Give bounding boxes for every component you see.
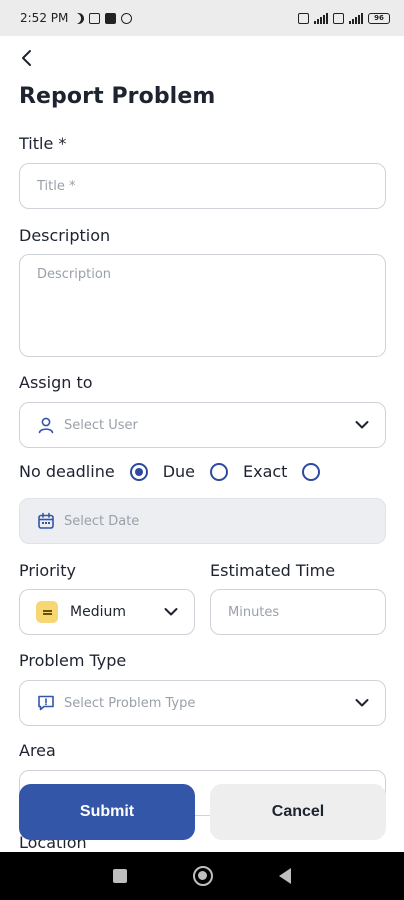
assign-user-select[interactable]: Select User [19, 402, 386, 448]
priority-value: Medium [70, 604, 126, 620]
battery-icon: 96 [368, 12, 390, 24]
back-button[interactable] [16, 46, 38, 70]
radio-no-deadline[interactable] [129, 462, 148, 481]
arrow-left-icon [22, 50, 31, 66]
radio-due[interactable] [210, 462, 228, 481]
system-nav-bar [0, 852, 404, 900]
assign-label: Assign to [19, 373, 93, 392]
signal-2-icon [349, 12, 363, 24]
recents-icon[interactable] [113, 869, 127, 883]
title-label: Title * [19, 134, 67, 153]
problem-type-select[interactable]: Select Problem Type [19, 680, 386, 726]
title-placeholder: Title * [37, 178, 76, 194]
app-notification-icon [105, 12, 117, 24]
status-right: 96 [298, 12, 390, 24]
deadline-option-label: Due [162, 462, 195, 481]
priority-medium-icon [36, 601, 58, 623]
deadline-radio-group: No deadline Due Exact [19, 462, 321, 481]
chevron-down-icon [164, 608, 178, 616]
status-bar: 2:52 PM 96 [0, 0, 404, 36]
estimated-time-input[interactable]: Minutes [210, 589, 386, 635]
area-label: Area [19, 741, 56, 760]
problem-type-placeholder: Select Problem Type [64, 695, 196, 711]
chevron-down-icon [355, 421, 369, 429]
priority-label: Priority [19, 561, 76, 580]
estimated-time-label: Estimated Time [210, 561, 336, 580]
problem-type-label: Problem Type [19, 651, 127, 670]
notification-icon [89, 12, 101, 24]
signal-icon [314, 12, 328, 24]
deadline-option-label: Exact [243, 462, 288, 481]
title-input[interactable]: Title * [19, 163, 386, 209]
user-icon [38, 417, 54, 434]
vowifi-icon [333, 12, 344, 24]
alert-message-icon [38, 695, 54, 711]
home-icon[interactable] [193, 866, 213, 886]
sync-icon [121, 12, 133, 24]
status-left: 2:52 PM [20, 11, 133, 25]
description-label: Description [19, 226, 111, 245]
submit-button[interactable]: Submit [19, 784, 195, 840]
deadline-option-label: No deadline [19, 462, 115, 481]
priority-select[interactable]: Medium [19, 589, 195, 635]
moon-icon [73, 13, 84, 24]
description-placeholder: Description [37, 267, 112, 282]
cancel-button[interactable]: Cancel [210, 784, 386, 840]
chevron-down-icon [355, 699, 369, 707]
back-triangle-icon[interactable] [279, 868, 291, 884]
status-time: 2:52 PM [20, 11, 69, 25]
radio-exact[interactable] [302, 462, 321, 481]
date-select[interactable]: Select Date [19, 498, 386, 544]
assign-placeholder: Select User [64, 417, 138, 433]
calendar-icon [38, 512, 54, 529]
nfc-icon [298, 12, 309, 24]
estimated-placeholder: Minutes [228, 604, 280, 620]
page-title: Report Problem [19, 84, 216, 109]
date-placeholder: Select Date [64, 513, 140, 529]
description-textarea[interactable]: Description [19, 254, 386, 357]
